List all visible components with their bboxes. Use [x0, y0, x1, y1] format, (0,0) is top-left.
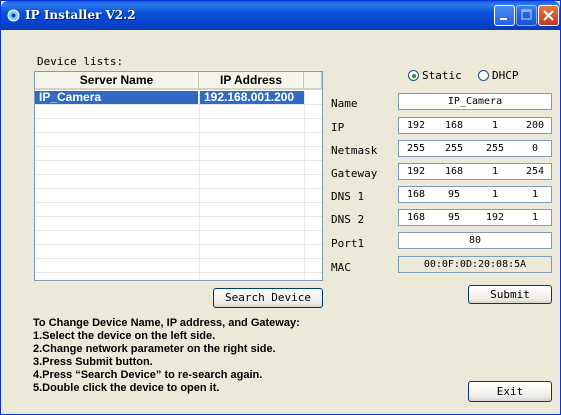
table-row-empty: [35, 147, 322, 161]
netmask-octet: 255: [485, 143, 505, 154]
exit-button[interactable]: Exit: [468, 381, 552, 402]
dns1-octet: 95: [447, 189, 461, 200]
gateway-octet: 192: [406, 166, 426, 177]
instruction-step: 2.Change network parameter on the right …: [33, 343, 276, 355]
row-server-name: IP_Camera: [35, 91, 198, 104]
dns1-label: DNS 1: [331, 190, 365, 203]
table-row-empty: [35, 175, 322, 189]
gateway-octet: 254: [525, 166, 545, 177]
dns1-octet: 1: [531, 189, 539, 200]
submit-button[interactable]: Submit: [468, 285, 552, 304]
table-row-empty: [35, 189, 322, 203]
table-row-empty: [35, 203, 322, 217]
mac-label: MAC: [331, 261, 351, 274]
instructions-title: To Change Device Name, IP address, and G…: [33, 317, 300, 329]
minimize-icon: [500, 18, 507, 20]
device-list[interactable]: Server Name IP Address IP_Camera 192.168…: [34, 71, 323, 281]
table-row[interactable]: IP_Camera 192.168.001.200: [35, 91, 322, 105]
table-row-empty: [35, 217, 322, 231]
ip-octet: 1: [491, 120, 499, 131]
instruction-step: 3.Press Submit button.: [33, 356, 153, 368]
dns2-octet: 95: [447, 212, 461, 223]
gateway-octet: 168: [444, 166, 464, 177]
title-bar[interactable]: IP Installer V2.2: [1, 1, 560, 30]
mac-field: 00:0F:0D:20:08:5A: [398, 256, 552, 273]
ip-octet: 192: [406, 120, 426, 131]
dhcp-label: DHCP: [492, 69, 519, 82]
dns2-label: DNS 2: [331, 213, 365, 226]
name-label: Name: [331, 97, 358, 110]
table-row-empty: [35, 133, 322, 147]
close-button[interactable]: [538, 5, 559, 26]
dns2-field[interactable]: 168 95 192 1: [398, 209, 552, 226]
netmask-octet: 0: [531, 143, 539, 154]
dns2-octet: 1: [531, 212, 539, 223]
gateway-octet: 1: [491, 166, 499, 177]
dns1-octet: 168: [406, 189, 426, 200]
name-field[interactable]: IP_Camera: [398, 93, 552, 110]
netmask-octet: 255: [444, 143, 464, 154]
table-row-empty: [35, 161, 322, 175]
app-window: IP Installer V2.2 Device lists: Server N…: [0, 0, 561, 415]
instruction-step: 1.Select the device on the left side.: [33, 330, 216, 342]
dns1-octet: 1: [491, 189, 499, 200]
ip-field[interactable]: 192 168 1 200: [398, 117, 552, 134]
static-radio[interactable]: [408, 70, 419, 81]
column-header-ip-address[interactable]: IP Address: [199, 72, 304, 90]
port-label: Port1: [331, 237, 365, 250]
dns2-octet: 168: [406, 212, 426, 223]
table-row-empty: [35, 245, 322, 259]
table-row-empty: [35, 105, 322, 119]
column-header-filler: [304, 72, 322, 90]
dhcp-radio[interactable]: [478, 70, 489, 81]
close-icon: [543, 10, 554, 21]
table-row-empty: [35, 231, 322, 245]
column-header-server-name[interactable]: Server Name: [35, 72, 199, 90]
device-lists-label: Device lists:: [37, 55, 124, 68]
app-icon: [7, 9, 20, 22]
dns2-octet: 192: [485, 212, 505, 223]
static-label: Static: [422, 69, 462, 82]
instruction-step: 4.Press “Search Device” to re-search aga…: [33, 369, 263, 381]
ip-octet: 168: [444, 120, 464, 131]
ip-label: IP: [331, 121, 345, 134]
table-row-empty: [35, 259, 322, 273]
list-header: Server Name IP Address: [35, 72, 322, 91]
table-row-empty: [35, 119, 322, 133]
minimize-button[interactable]: [494, 5, 515, 26]
window-title: IP Installer V2.2: [25, 8, 136, 22]
radio-selected-dot: [412, 74, 416, 78]
search-device-button[interactable]: Search Device: [213, 288, 323, 308]
netmask-field[interactable]: 255 255 255 0: [398, 140, 552, 157]
maximize-icon: [521, 9, 532, 20]
ip-octet: 200: [525, 120, 545, 131]
gateway-label: Gateway: [331, 167, 378, 180]
instruction-step: 5.Double click the device to open it.: [33, 382, 220, 394]
port-field[interactable]: 80: [398, 232, 552, 249]
dns1-field[interactable]: 168 95 1 1: [398, 186, 552, 203]
gateway-field[interactable]: 192 168 1 254: [398, 163, 552, 180]
netmask-octet: 255: [406, 143, 426, 154]
row-ip-address: 192.168.001.200: [200, 91, 304, 104]
netmask-label: Netmask: [331, 144, 378, 157]
instructions: To Change Device Name, IP address, and G…: [33, 317, 300, 395]
maximize-button[interactable]: [516, 5, 537, 26]
